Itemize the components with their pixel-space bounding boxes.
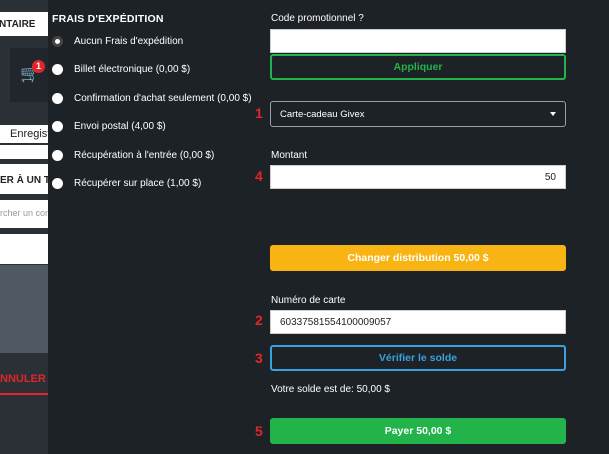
shipping-option[interactable]: Envoi postal (4,00 $) — [52, 118, 166, 134]
radio-icon[interactable] — [52, 92, 63, 104]
balance-text: Votre solde est de: 50,00 $ — [271, 384, 390, 395]
promo-input[interactable] — [270, 29, 566, 53]
amount-input[interactable] — [270, 165, 566, 189]
shipping-option-label: Récupérer sur place (1,00 $) — [74, 177, 202, 189]
shipping-option[interactable]: Récupérer sur place (1,00 $) — [52, 175, 201, 191]
shipping-option[interactable]: Récupération à l'entrée (0,00 $) — [52, 147, 214, 163]
cart-badge: 1 — [32, 60, 45, 73]
bg-cancel-button[interactable]: NNULER LA — [0, 365, 48, 395]
shipping-option-label: Confirmation d'achat seulement (0,00 $) — [74, 92, 252, 104]
pay-button[interactable]: Payer 50,00 $ — [270, 418, 566, 444]
radio-icon[interactable] — [52, 177, 63, 189]
payment-method-value: Carte-cadeau Givex — [280, 108, 365, 120]
bg-row — [0, 145, 48, 159]
step-marker-5: 5 — [255, 423, 263, 439]
caret-down-icon — [550, 112, 556, 116]
shipping-option-label: Récupération à l'entrée (0,00 $) — [74, 149, 215, 161]
bg-search-text[interactable]: rcher un con — [0, 208, 48, 218]
bg-row — [0, 234, 48, 264]
verify-balance-button[interactable]: Vérifier le solde — [270, 345, 566, 371]
shipping-option[interactable]: Aucun Frais d'expédition — [52, 33, 183, 49]
step-marker-3: 3 — [255, 350, 263, 366]
bg-attach-text[interactable]: ER À UN TIE — [0, 175, 48, 186]
step-marker-2: 2 — [255, 312, 263, 328]
background-page: NTAIRE 🛒 1 Enregist ER À UN TIE rcher un… — [0, 0, 48, 454]
bg-header-text: NTAIRE — [0, 19, 36, 30]
cart-widget[interactable]: 🛒 1 — [10, 48, 48, 102]
step-marker-1: 1 — [255, 105, 263, 121]
bg-hero-image — [0, 265, 48, 353]
bg-save-text[interactable]: Enregist — [10, 128, 48, 140]
card-number-input[interactable] — [270, 310, 566, 334]
change-distribution-button[interactable]: Changer distribution 50,00 $ — [270, 245, 566, 271]
shipping-title: FRAIS D'EXPÉDITION — [52, 13, 164, 25]
shipping-panel: FRAIS D'EXPÉDITION Aucun Frais d'expédit… — [48, 0, 252, 454]
radio-icon[interactable] — [52, 149, 63, 161]
shipping-option-label: Envoi postal (4,00 $) — [74, 120, 166, 132]
radio-icon[interactable] — [52, 63, 63, 75]
shipping-option-label: Aucun Frais d'expédition — [74, 35, 184, 47]
card-number-label: Numéro de carte — [271, 295, 346, 306]
step-marker-4: 4 — [255, 168, 263, 184]
apply-button[interactable]: Appliquer — [270, 54, 566, 80]
payment-method-select[interactable]: Carte-cadeau Givex — [270, 101, 566, 127]
shipping-option[interactable]: Confirmation d'achat seulement (0,00 $) — [52, 90, 252, 106]
shipping-option[interactable]: Billet électronique (0,00 $) — [52, 61, 190, 77]
amount-label: Montant — [271, 150, 308, 161]
radio-icon[interactable] — [52, 120, 63, 132]
radio-selected-icon[interactable] — [52, 35, 63, 47]
promo-label: Code promotionnel ? — [271, 13, 364, 24]
shipping-option-label: Billet électronique (0,00 $) — [74, 63, 191, 75]
